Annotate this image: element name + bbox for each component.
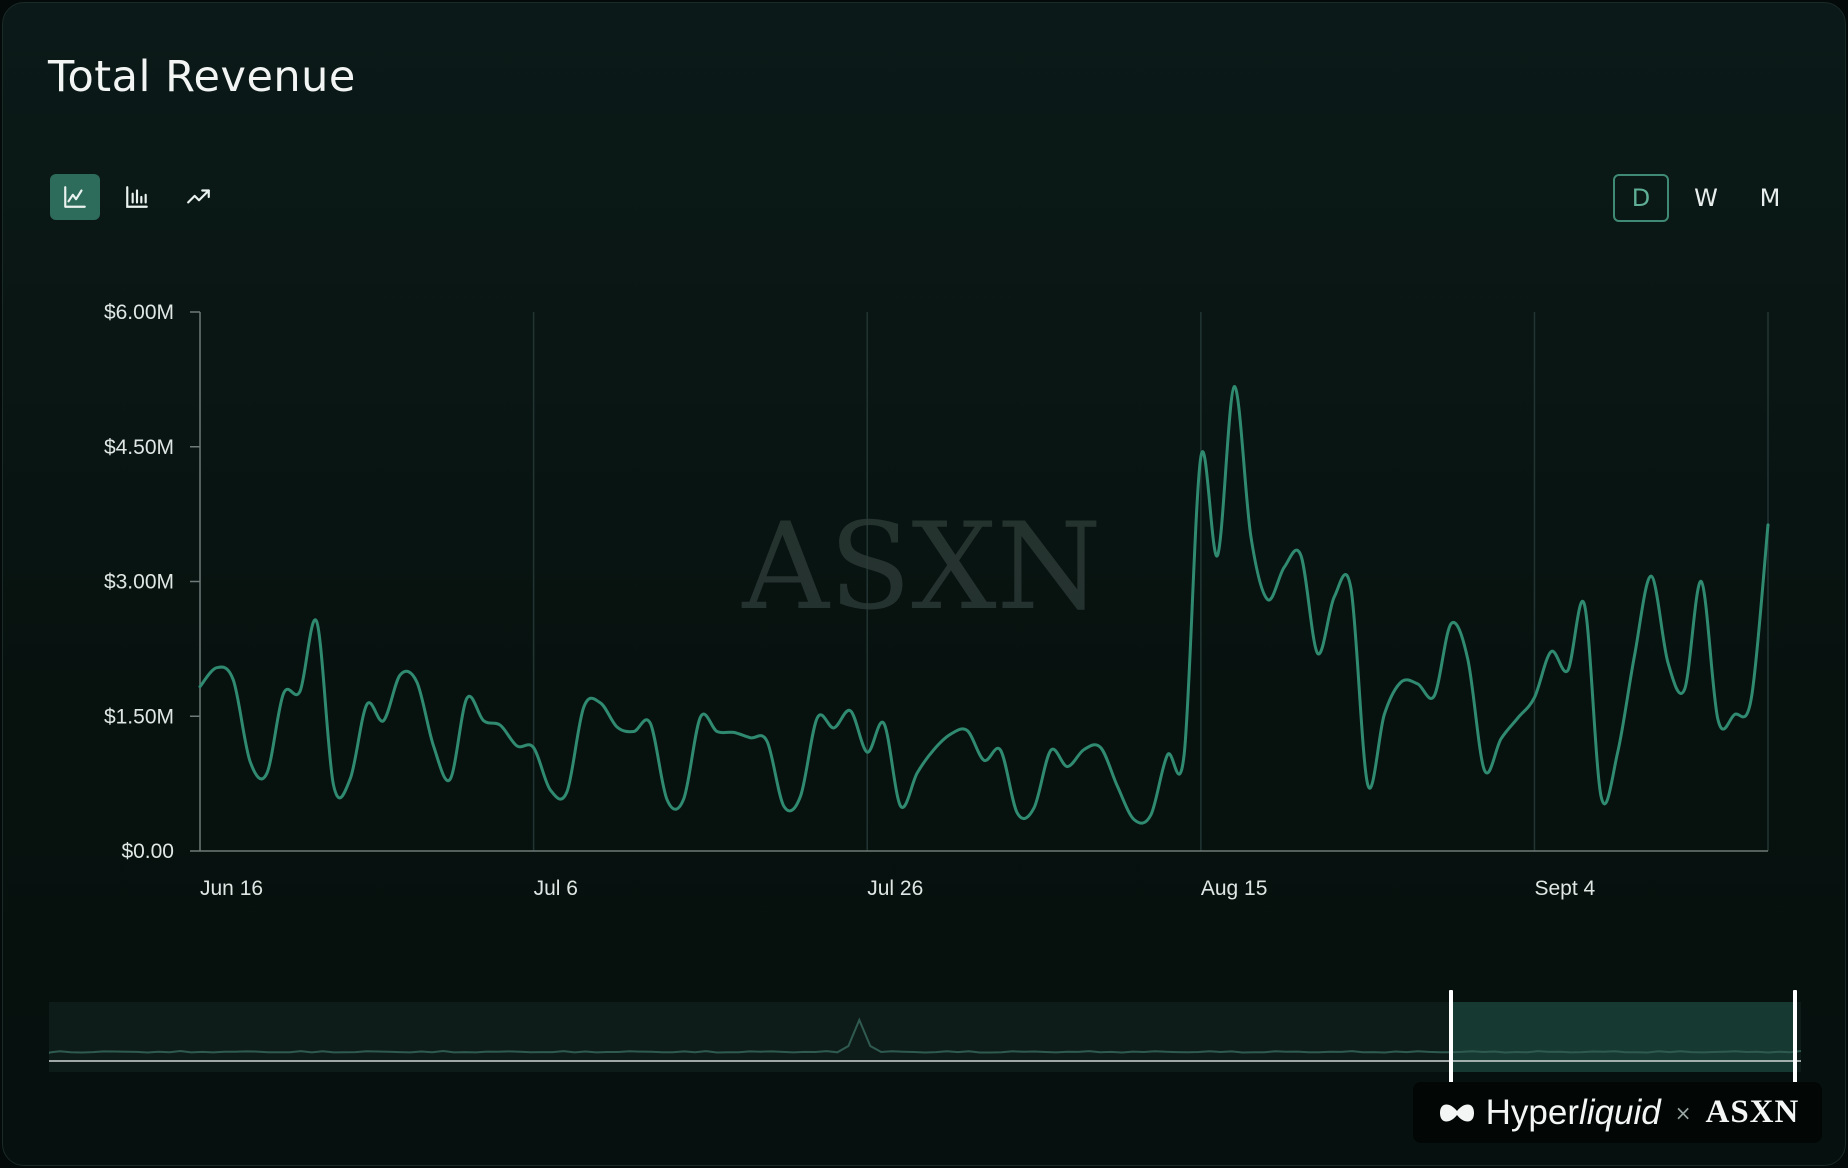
revenue-line-chart[interactable]: ASXN Jun 16 Jul 6 Jul 26 Aug 15 Sept 4 $0.00 $… <box>0 0 1848 960</box>
x-tick-label: Aug 15 <box>1201 877 1268 900</box>
brand-asxn: ASXN <box>1705 1094 1800 1130</box>
x-tick-label: Jul 6 <box>534 877 578 900</box>
hyperliquid-logo-icon <box>1439 1103 1474 1122</box>
y-tick-label: $0.00 <box>121 840 174 863</box>
x-tick-label: Jun 16 <box>200 877 263 900</box>
brand-separator: × <box>1674 1100 1692 1125</box>
y-tick-label: $4.50M <box>104 436 174 459</box>
x-tick-label: Sept 4 <box>1534 877 1595 900</box>
brand-badge: Hyperliquid × ASXN <box>1413 1082 1822 1143</box>
navigator-overview-line <box>49 1017 1801 1062</box>
navigator-right-handle[interactable] <box>1793 990 1797 1084</box>
y-tick-label: $1.50M <box>104 705 174 728</box>
x-tick-label: Jul 26 <box>867 877 923 900</box>
y-tick-label: $3.00M <box>104 571 174 594</box>
brand-hyperliquid: Hyperliquid <box>1485 1092 1661 1132</box>
navigator-left-handle[interactable] <box>1448 990 1453 1084</box>
y-tick-label: $6.00M <box>104 301 174 324</box>
chart-watermark: ASXN <box>741 498 1101 637</box>
